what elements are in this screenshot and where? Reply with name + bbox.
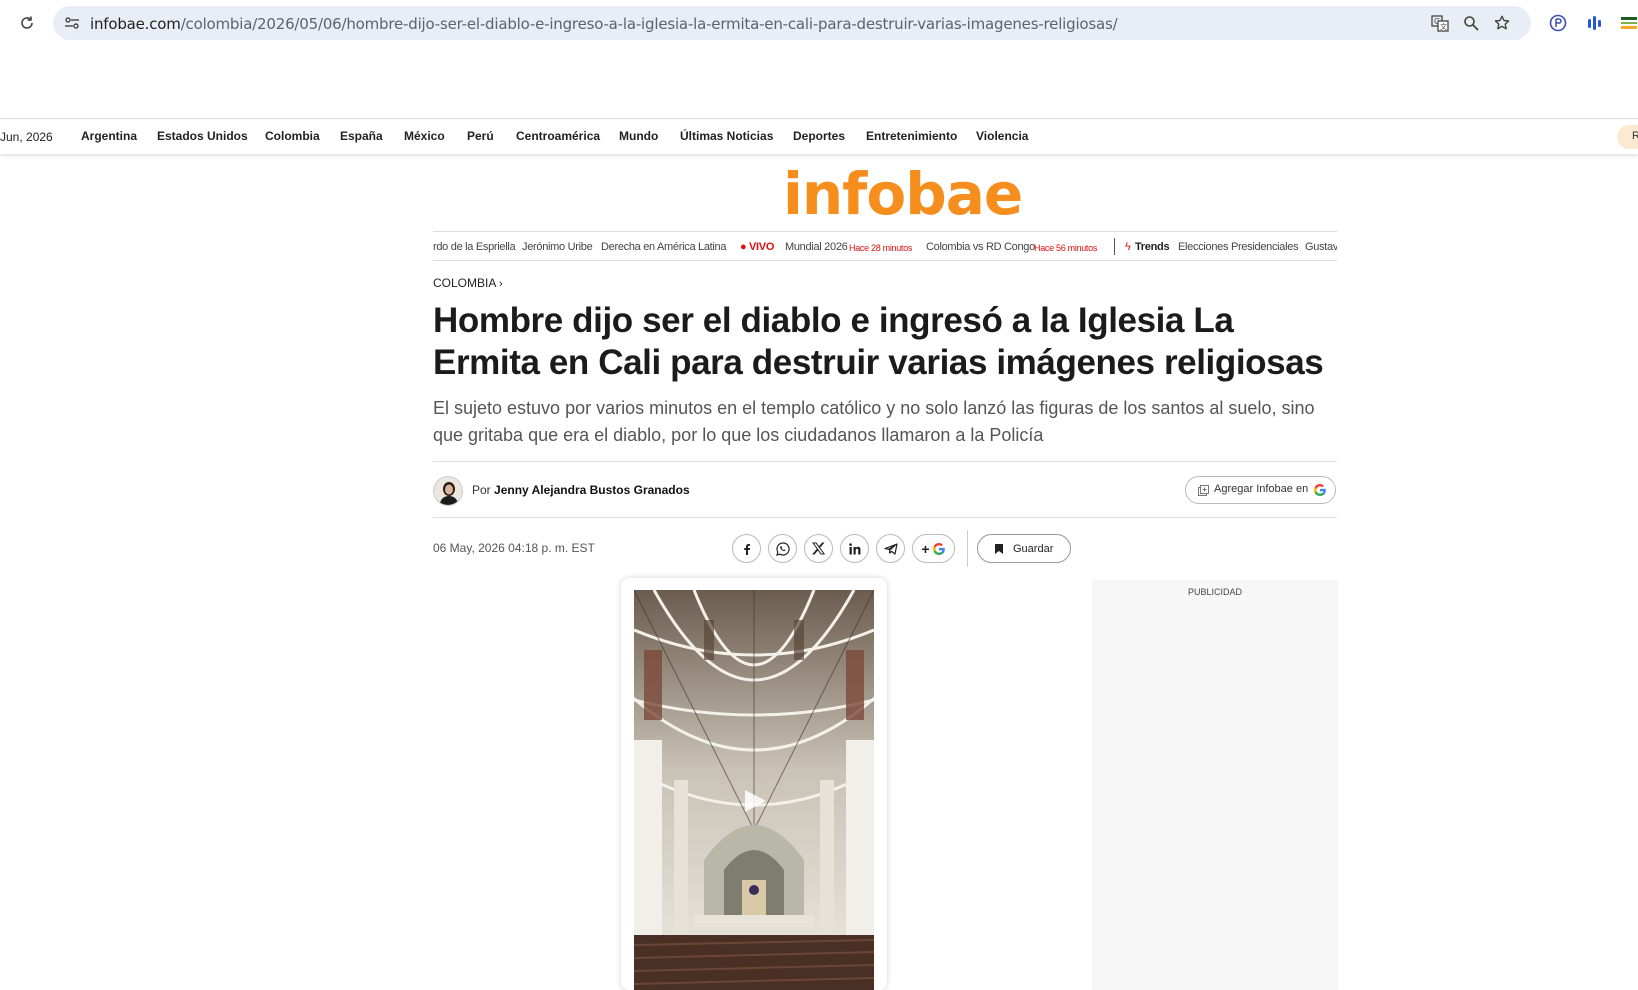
ticker-trends-label: Trends [1135,241,1170,253]
section-nav: Jun, 2026 Argentina Estados Unidos Colom… [0,120,1638,154]
article-subheadline: El sujeto estuvo por varios minutos en e… [433,398,1315,445]
save-label: Guardar [1013,543,1054,555]
ticker-divider [1114,238,1115,255]
extension-icon[interactable] [1618,12,1638,34]
extension-icon[interactable] [1583,12,1605,34]
plus-icon: + [921,540,930,557]
ticker-time: Hace 56 minutos [1034,243,1098,253]
whatsapp-icon[interactable] [768,534,797,563]
nav-item-argentina[interactable]: Argentina [81,129,137,143]
ticker-item[interactable]: Derecha en América Latina [601,241,727,253]
byline-prefix: Por [472,483,491,497]
live-dot-icon: ● [740,241,747,253]
nav-item-ultimas-noticias[interactable]: Últimas Noticias [680,129,773,143]
facebook-icon[interactable] [732,534,761,563]
chevron-right-icon: › [499,278,503,290]
ticker-live-label: VIVO [749,241,775,253]
divider [967,530,968,567]
section-breadcrumb[interactable]: COLOMBIA › [433,276,503,290]
url-text[interactable]: infobae.com/colombia/2026/05/06/hombre-d… [90,15,1118,33]
bookmark-icon [995,544,1003,557]
google-plus-icon[interactable]: + [912,534,955,563]
nav-item-mexico[interactable]: México [404,129,445,143]
address-bar[interactable]: infobae.com/colombia/2026/05/06/hombre-d… [53,6,1531,40]
ticker-item[interactable]: rdo de la Espriella [433,241,516,253]
nav-date: Jun, 2026 [0,130,53,144]
trending-ticker: rdo de la Espriella Jerónimo Uribe Derec… [433,231,1337,261]
infobae-logo[interactable]: infobae [783,160,1023,228]
add-infobae-google-button[interactable]: Agregar Infobae en [1185,476,1336,504]
publish-date: 06 May, 2026 04:18 p. m. EST [433,541,595,555]
ad-label: PUBLICIDAD [1187,587,1242,597]
svg-text:文: 文 [1440,22,1447,31]
author-avatar[interactable] [433,476,463,506]
url-host: infobae.com [90,15,181,33]
ticker-item[interactable]: Mundial 2026 [785,241,848,253]
divider [433,461,1337,462]
top-ad-space [0,46,1638,119]
browser-toolbar: infobae.com/colombia/2026/05/06/hombre-d… [0,0,1638,46]
telegram-icon[interactable] [876,534,905,563]
bolt-icon: ϟ [1125,241,1131,253]
nav-item-entretenimiento[interactable]: Entretenimiento [866,129,957,143]
ticker-item[interactable]: Jerónimo Uribe [522,241,593,253]
google-icon [1313,483,1327,500]
nav-item-violencia[interactable]: Violencia [976,129,1028,143]
reload-icon[interactable] [16,12,38,34]
extension-icon[interactable] [1547,12,1569,34]
x-icon[interactable] [804,534,833,563]
nav-item-mundo[interactable]: Mundo [619,129,658,143]
nav-item-centroamerica[interactable]: Centroamérica [516,129,600,143]
translate-icon[interactable]: G文 [1430,13,1450,33]
article-headline: Hombre dijo ser el diablo e ingresó a la… [433,301,1324,382]
nav-item-estados-unidos[interactable]: Estados Unidos [157,129,248,143]
save-button[interactable]: Guardar [977,534,1071,563]
nav-right-button[interactable]: R [1617,125,1638,149]
author-name[interactable]: Jenny Alejandra Bustos Granados [494,483,690,497]
add-source-icon [1198,485,1209,499]
section-label: COLOMBIA [433,276,496,290]
byline: Por Jenny Alejandra Bustos Granados [472,483,690,497]
ticker-item[interactable]: Colombia vs RD Congo [926,241,1035,253]
zoom-icon[interactable] [1461,13,1481,33]
nav-item-deportes[interactable]: Deportes [793,129,845,143]
ad-slot: PUBLICIDAD [1092,580,1338,990]
add-infobae-label: Agregar Infobae en [1214,483,1309,495]
nav-item-colombia[interactable]: Colombia [265,129,320,143]
nav-item-espana[interactable]: España [340,129,383,143]
ticker-time: Hace 28 minutos [849,243,913,253]
ticker-item[interactable]: Gustav [1305,241,1337,253]
url-path: /colombia/2026/05/06/hombre-dijo-ser-el-… [180,15,1118,33]
site-info-icon[interactable] [62,13,82,33]
bookmark-star-icon[interactable] [1492,13,1512,33]
play-icon[interactable] [742,788,768,819]
linkedin-icon[interactable] [840,534,869,563]
nav-item-peru[interactable]: Perú [467,129,494,143]
divider [433,517,1337,518]
ticker-item[interactable]: Elecciones Presidenciales [1178,241,1299,253]
